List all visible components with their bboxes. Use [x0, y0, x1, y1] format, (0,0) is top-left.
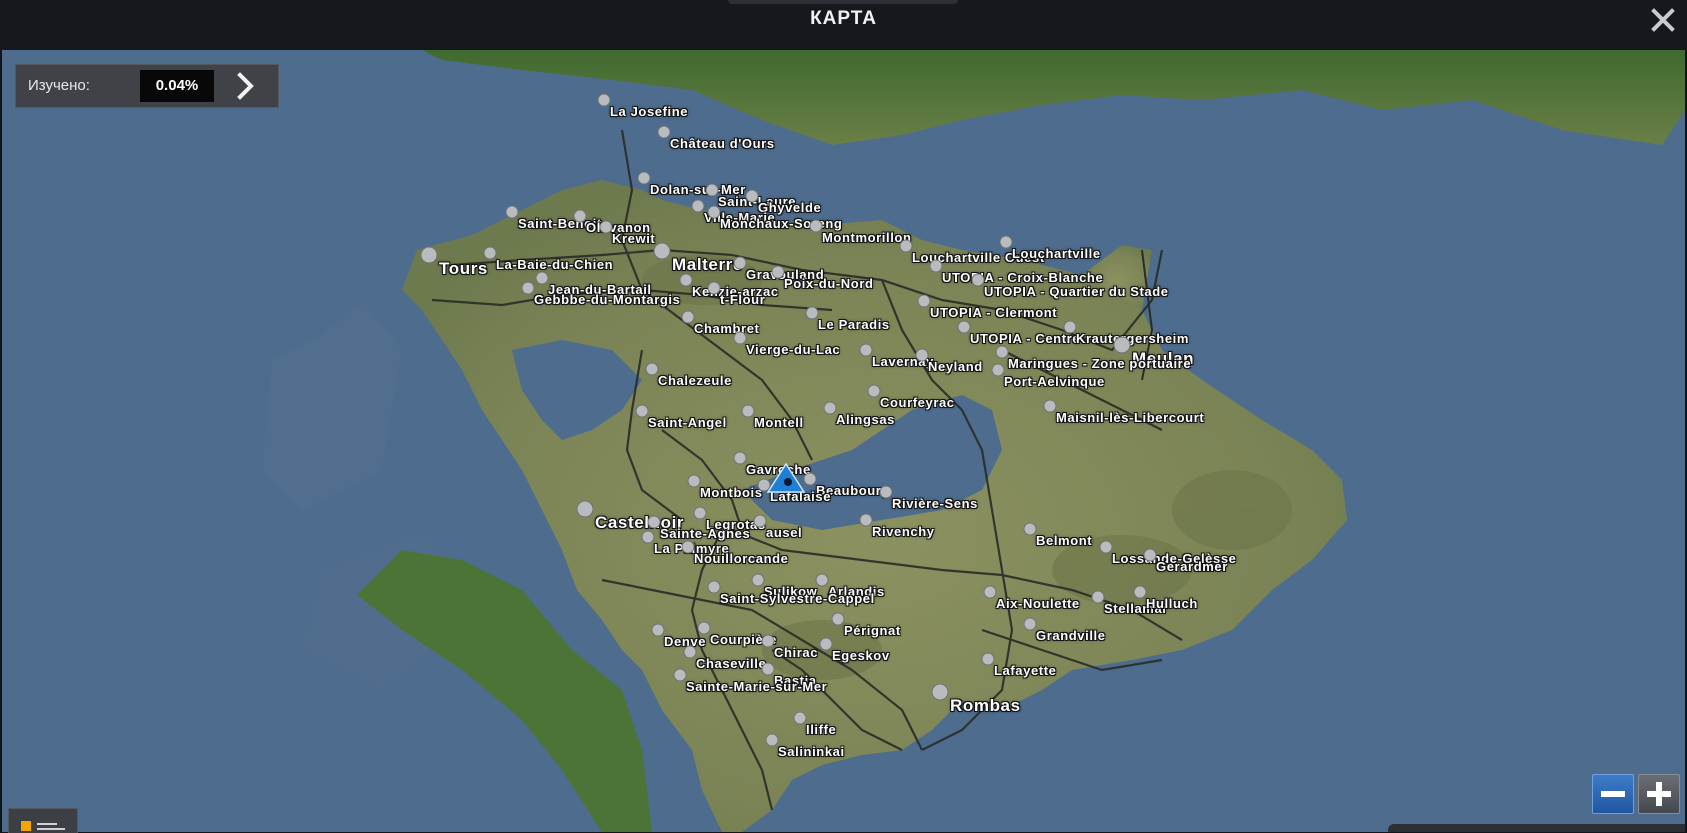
city-label: Montell — [754, 415, 804, 430]
city-label: Lavernay — [872, 354, 934, 369]
city-label: Denve — [664, 634, 707, 649]
city-label: Maringues - Zone portuaire — [1008, 356, 1192, 371]
city-label: Saint-Angel — [648, 415, 727, 430]
city-label: Nouillorcande — [694, 551, 789, 566]
city-label: Montbois — [700, 485, 763, 500]
city-label: Vierge-du-Lac — [746, 342, 841, 357]
city-label: UTOPIA - Clermont — [930, 305, 1058, 320]
map-terrain — [262, 50, 1685, 832]
city-label: t-Flour — [720, 292, 766, 307]
city-label: Chalezeule — [658, 373, 732, 388]
minus-icon — [1601, 791, 1625, 797]
city-label: Rivière-Sens — [892, 496, 978, 511]
city-label: ausel — [766, 525, 803, 540]
status-strip — [1388, 824, 1685, 832]
zoom-in-button[interactable] — [1638, 774, 1680, 814]
city-label: Chambret — [694, 321, 760, 336]
city-label: Rombas — [950, 696, 1021, 715]
city-label: Salininkai — [778, 744, 845, 759]
city-label: La-Baie-du-Chien — [496, 257, 614, 272]
city-label: Neyland — [928, 359, 983, 374]
city-label: Lafayette — [994, 663, 1057, 678]
city-label: Monchaux-Soreng — [720, 216, 843, 231]
city-label: Courfeyrac — [880, 395, 955, 410]
city-label: Sainte-Marie-sur-Mer — [686, 679, 828, 694]
explored-label: Изучено: — [28, 77, 90, 94]
city-label: Château d'Ours — [670, 136, 775, 151]
city-label: Iliffe — [806, 722, 837, 737]
player-truck-marker-icon — [766, 462, 806, 493]
explored-panel: Изучено: 0.04% — [15, 64, 279, 108]
title-notch — [728, 0, 958, 4]
city-label: Krewit — [612, 231, 656, 246]
city-label: Sainte-Agnes — [660, 526, 751, 541]
city-label: Gebbbe-du-Montargis — [534, 292, 681, 307]
city-label: Port-Aelvinque — [1004, 374, 1105, 389]
chevron-right-icon[interactable] — [230, 71, 260, 101]
city-label: Montmorillon — [822, 230, 912, 245]
city-label: Rivenchy — [872, 524, 935, 539]
city-label: Le Paradis — [818, 317, 890, 332]
city-label: Alingsas — [836, 412, 895, 427]
city-label: Maisnil-lès-Libercourt — [1056, 410, 1205, 425]
city-label: Krautergersheim — [1076, 331, 1190, 346]
legend-icon — [21, 821, 31, 831]
city-label: Chirac — [774, 645, 819, 660]
city-label: Pérignat — [844, 623, 901, 638]
legend-button[interactable] — [8, 808, 78, 833]
city-label: UTOPIA - Croix-Blanche — [942, 270, 1104, 285]
city-label: Louchartville — [1012, 246, 1101, 261]
city-label: La Josefine — [610, 104, 689, 119]
explored-value: 0.04% — [140, 70, 214, 102]
close-x-icon[interactable] — [1649, 6, 1677, 34]
city-label: UTOPIA - Quartier du Stade — [984, 284, 1169, 299]
city-label: Belmont — [1036, 533, 1093, 548]
world-map[interactable]: La Josefine Château d'Ours Dolan-sur-Mer… — [2, 50, 1685, 832]
city-label: Chaseville — [696, 656, 767, 671]
city-label: Gerardmer — [1156, 559, 1228, 574]
zoom-out-button[interactable] — [1592, 774, 1634, 814]
city-label: Courpière — [710, 632, 777, 647]
city-label: Grandville — [1036, 628, 1106, 643]
title-bar: КАРТА — [0, 0, 1687, 50]
city-label: Saint-Sylvestre-Cappel — [720, 591, 875, 606]
city-label: Aix-Noulette — [996, 596, 1080, 611]
city-label: Tours — [439, 259, 488, 278]
window-title: КАРТА — [810, 8, 877, 29]
city-label: Egeskov — [832, 648, 890, 663]
city-label: UTOPIA - Centre — [970, 331, 1081, 346]
city-label: Hulluch — [1146, 596, 1198, 611]
city-label: Malterre — [672, 255, 743, 274]
northern-coast — [422, 50, 1685, 145]
city-label: Poix-du-Nord — [784, 276, 874, 291]
